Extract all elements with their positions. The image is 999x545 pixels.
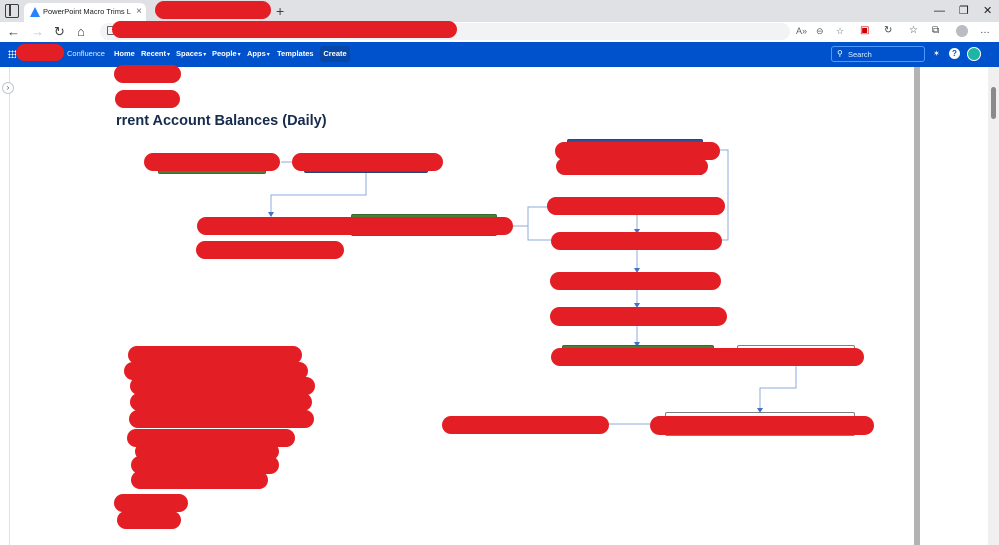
browser-tab-strip: PowerPoint Macro Trims Left Sid × + — ❐ … [0,0,999,22]
nav-people[interactable]: People▾ [212,49,241,58]
close-window-icon[interactable]: ✕ [983,3,992,19]
chevron-down-icon: ▾ [237,52,241,58]
confluence-header: Confluence Home Recent▾ Spaces▾ People▾ … [0,42,999,67]
redaction-block [197,217,513,235]
redaction-block [130,393,312,411]
refresh-icon[interactable]: ↻ [54,24,65,39]
tab-title: PowerPoint Macro Trims Left Sid [43,7,131,16]
extension-shield-icon[interactable]: ▣ [860,25,869,37]
redaction-block [155,1,271,19]
help-icon[interactable]: ? [949,48,960,59]
browser-tab-active[interactable]: PowerPoint Macro Trims Left Sid × [24,3,146,22]
nav-apps[interactable]: Apps▾ [247,49,270,58]
nav-spaces[interactable]: Spaces▾ [176,49,206,58]
redaction-block [131,471,268,489]
redaction-block [144,153,280,171]
app-switcher-icon[interactable] [8,50,16,58]
connector-line [270,170,367,215]
redaction-block [115,90,180,108]
chevron-down-icon: ▾ [167,52,171,58]
redaction-block [114,65,181,83]
create-button[interactable]: Create [320,46,350,62]
expand-sidebar-icon[interactable]: › [2,82,14,94]
redaction-block [550,272,721,290]
redaction-block [650,416,874,435]
search-icon: ⚲ [837,49,843,58]
search-placeholder: Search [848,50,872,59]
favorites-icon[interactable]: ☆ [909,25,918,37]
page-scrollbar[interactable] [988,67,999,545]
notifications-icon[interactable]: ✶ [931,48,942,59]
redaction-block [117,511,181,529]
zoom-icon[interactable]: ⊖ [816,26,824,37]
nav-recent[interactable]: Recent▾ [141,49,170,58]
content-divider [914,67,920,545]
redaction-block [292,153,443,171]
tab-actions-icon[interactable] [5,4,19,18]
redaction-block [547,197,725,215]
search-input[interactable]: ⚲ Search [831,46,925,62]
redaction-block [114,494,188,512]
redaction-block [16,44,64,61]
menu-more-icon[interactable]: … [980,25,990,37]
redaction-block [551,348,864,366]
connector-line [759,366,797,412]
redaction-block [551,232,722,250]
sidebar-rail [0,67,10,545]
page-heading: rrent Account Balances (Daily) [116,113,327,129]
favorite-star-icon[interactable]: ☆ [836,26,844,37]
connector-line [527,226,551,241]
nav-templates[interactable]: Templates [277,49,314,58]
connector-line [706,149,729,241]
redaction-block [442,416,609,434]
confluence-favicon-icon [30,7,40,17]
redaction-block [550,307,727,326]
extension-refresh-icon[interactable]: ↻ [884,25,892,37]
redaction-block [129,410,314,428]
chevron-down-icon: ▾ [266,52,270,58]
browser-profile-avatar[interactable] [956,25,968,37]
collections-icon[interactable]: ⧉ [932,25,939,37]
nav-home[interactable]: Home [114,49,135,58]
redaction-block [112,21,457,38]
chevron-down-icon: ▾ [203,52,207,58]
redaction-block [556,158,708,175]
connector-line [513,206,548,227]
new-tab-button[interactable]: + [276,3,284,19]
maximize-icon[interactable]: ❐ [959,3,969,19]
redaction-block [196,241,344,259]
scrollbar-thumb[interactable] [991,87,996,119]
home-icon[interactable]: ⌂ [77,24,85,39]
read-aloud-icon[interactable]: A» [796,26,807,37]
close-tab-icon[interactable]: × [136,5,142,19]
forward-icon[interactable]: → [31,24,44,39]
user-avatar[interactable] [967,47,981,61]
back-icon[interactable]: ← [7,24,20,39]
confluence-logo-text[interactable]: Confluence [67,49,105,58]
minimize-icon[interactable]: — [934,3,945,19]
